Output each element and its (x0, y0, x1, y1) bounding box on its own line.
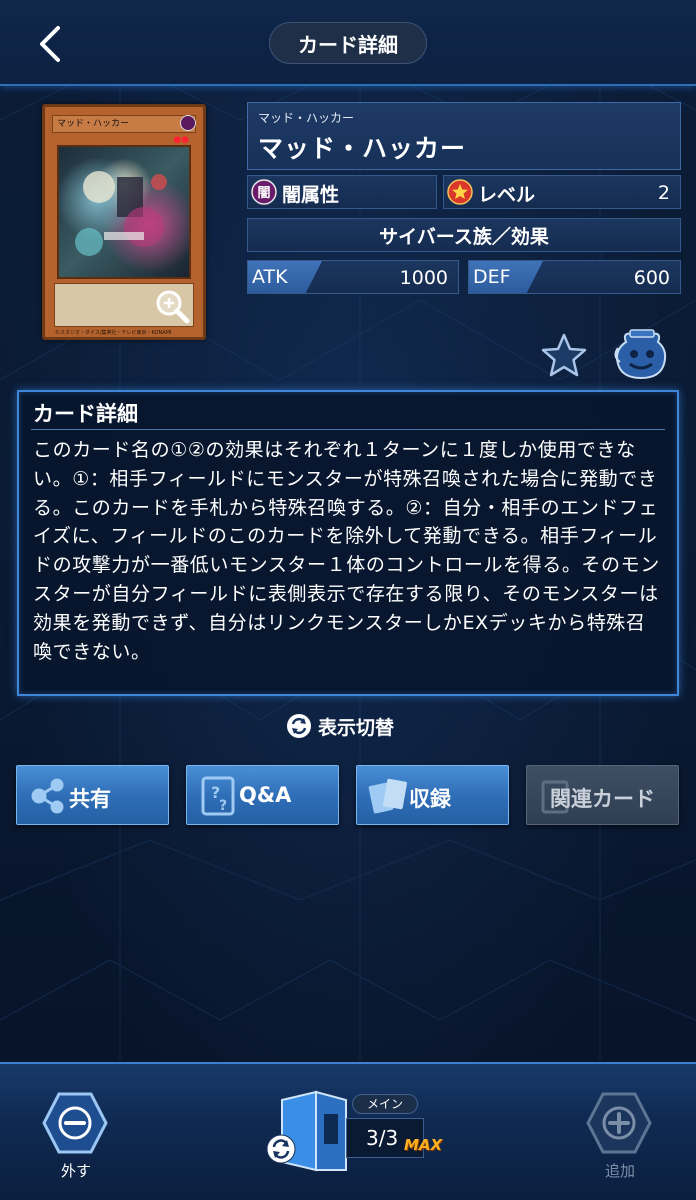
remove-label: 外す (60, 1162, 91, 1180)
def-value: 600 (633, 267, 670, 289)
deck-tag: メイン (352, 1094, 418, 1114)
card-image[interactable]: マッド・ハッカー ●● ©スタジオ・ダイス/集英社・テレビ東京・KONAMI (42, 104, 206, 340)
atk-value: 1000 (399, 267, 448, 289)
star-outline-icon[interactable] (540, 332, 588, 378)
related-cards-button[interactable]: 関連カード (526, 765, 679, 825)
qa-button[interactable]: ? ? Q&A (186, 765, 339, 825)
card-detail-panel: カード詳細 このカード名の①②の効果はそれぞれ１ターンに１度しか使用できない。①… (17, 390, 679, 696)
deck-footer-bar: 外す 追加 メイン 3/3 MAX (0, 1062, 696, 1200)
magnifier-plus-icon[interactable] (153, 287, 191, 325)
header-bar: カード詳細 (0, 0, 696, 86)
record-button[interactable]: 収録 (356, 765, 509, 825)
record-label: 収録 (409, 787, 451, 811)
card-effect-text: このカード名の①②の効果はそれぞれ１ターンに１度しか使用できない。①：相手フィー… (33, 439, 660, 663)
plus-hex-icon[interactable] (586, 1090, 652, 1156)
cards-icon (368, 778, 407, 814)
attribute-row: 闇 闇属性 (247, 175, 437, 209)
max-badge: MAX (404, 1136, 443, 1154)
level-star-icon (447, 179, 473, 205)
card-artwork (57, 145, 191, 279)
minus-hex-icon[interactable] (42, 1090, 108, 1156)
def-label: DEF (469, 261, 543, 293)
card-name-ruby: マッド・ハッカー (258, 111, 355, 125)
related-cards-label: 関連カード (550, 787, 655, 811)
atk-label: ATK (248, 261, 322, 293)
svg-text:?: ? (219, 798, 227, 814)
deck-rotate-icon[interactable] (266, 1134, 296, 1164)
qa-icon: ? ? (201, 776, 235, 816)
card-thumb-attribute-icon (180, 115, 196, 131)
chevron-left-icon[interactable] (32, 22, 68, 66)
svg-text:闇: 闇 (257, 186, 270, 201)
attribute-label: 闇属性 (282, 184, 340, 206)
qa-label: Q&A (239, 783, 292, 807)
card-name: マッド・ハッカー (258, 134, 467, 163)
race-type-label: サイバース族／効果 (379, 225, 549, 248)
def-row: DEF 600 (468, 260, 681, 294)
detail-divider (31, 429, 665, 430)
race-type-row: サイバース族／効果 (247, 218, 681, 252)
card-thumb-level-stars: ●● (173, 135, 189, 145)
share-label: 共有 (69, 787, 111, 811)
display-toggle-button[interactable]: 表示切替 (286, 712, 394, 740)
deck-count: 3/3 (366, 1126, 399, 1150)
display-toggle-label: 表示切替 (318, 716, 395, 739)
detail-title: カード詳細 (33, 402, 138, 426)
card-copyright: ©スタジオ・ダイス/集英社・テレビ東京・KONAMI (55, 330, 172, 336)
atk-row: ATK 1000 (247, 260, 459, 294)
share-button[interactable]: 共有 (16, 765, 169, 825)
add-label: 追加 (604, 1162, 635, 1180)
level-label: レベル (478, 184, 536, 206)
pot-of-greed-icon[interactable] (612, 328, 670, 380)
card-name-box: マッド・ハッカー マッド・ハッカー (247, 102, 681, 170)
rotate-icon (287, 714, 311, 738)
level-row: レベル 2 (443, 175, 681, 209)
page-title: カード詳細 (269, 22, 427, 64)
level-value: 2 (657, 182, 670, 204)
dark-attribute-icon: 闇 (251, 179, 277, 205)
share-icon (31, 778, 64, 814)
card-thumb-name: マッド・ハッカー (52, 115, 196, 133)
